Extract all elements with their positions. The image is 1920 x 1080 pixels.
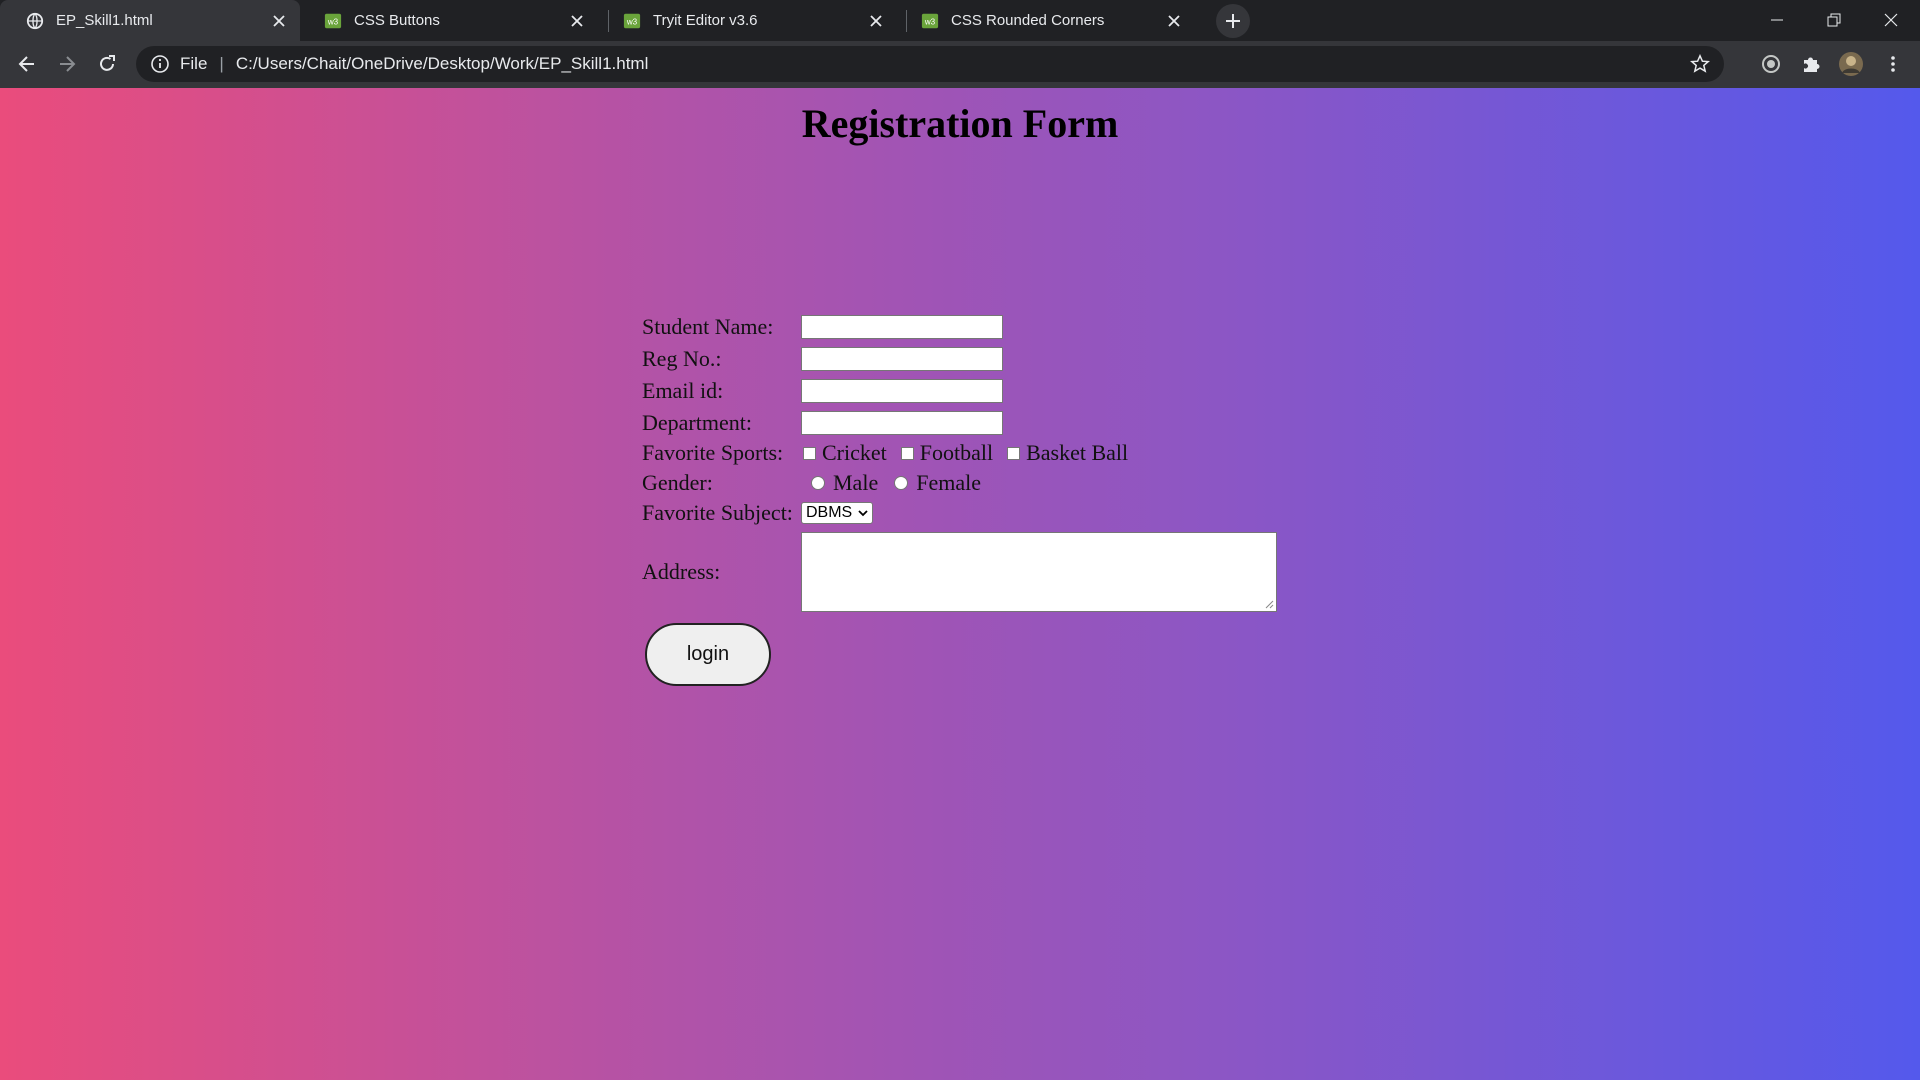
female-label: Female — [916, 470, 981, 495]
tab-css-rounded-corners[interactable]: w3 CSS Rounded Corners — [895, 0, 1195, 41]
basketball-checkbox[interactable] — [1007, 446, 1021, 460]
sports-row: Favorite Sports: Cricket Football Basket… — [642, 440, 1134, 466]
tab-ep-skill1[interactable]: EP_Skill1.html — [0, 0, 300, 41]
scheme-label: File — [180, 54, 208, 73]
close-tab-icon[interactable] — [566, 10, 588, 32]
minimize-icon — [1771, 19, 1783, 21]
football-checkbox[interactable] — [900, 446, 914, 460]
url-text[interactable]: C:/Users/Chait/OneDrive/Desktop/Work/EP_… — [236, 54, 649, 74]
reg-no-row: Reg No.: — [642, 346, 1003, 372]
w3schools-icon: w3 — [921, 13, 939, 28]
arrow-right-icon — [60, 56, 76, 72]
tab-bar: EP_Skill1.html w3 CSS Buttons w3 Tryit E… — [0, 0, 1920, 41]
page-content: Registration Form Student Name: Reg No.:… — [0, 88, 1920, 1080]
address-label: Address: — [642, 559, 721, 584]
close-tab-icon[interactable] — [268, 10, 290, 32]
football-label: Football — [919, 440, 994, 465]
email-input[interactable] — [801, 379, 1003, 403]
close-icon — [1884, 13, 1898, 27]
avatar — [1839, 52, 1863, 76]
tab-tryit-editor[interactable]: w3 Tryit Editor v3.6 — [597, 0, 897, 41]
minimize-button[interactable] — [1749, 0, 1805, 40]
cricket-label: Cricket — [822, 440, 887, 465]
svg-text:w3: w3 — [327, 17, 339, 26]
kebab-menu-icon — [1891, 56, 1895, 72]
department-row: Department: — [642, 410, 1003, 436]
address-textarea[interactable] — [801, 532, 1277, 612]
extension-circle-icon — [1762, 55, 1780, 73]
new-tab-button[interactable] — [1216, 4, 1250, 38]
address-bar[interactable]: File | C:/Users/Chait/OneDrive/Desktop/W… — [136, 46, 1724, 82]
tab-title: CSS Rounded Corners — [951, 12, 1105, 29]
login-button[interactable]: login — [645, 623, 771, 686]
student-name-label: Student Name: — [642, 314, 774, 339]
tab-title: CSS Buttons — [354, 12, 440, 29]
extensions-menu-button[interactable] — [1794, 47, 1828, 81]
star-icon[interactable] — [1690, 54, 1710, 74]
gender-row: Gender: Male Female — [642, 470, 987, 496]
arrow-left-icon — [18, 56, 34, 72]
reg-no-input[interactable] — [801, 347, 1003, 371]
reg-no-label: Reg No.: — [642, 346, 722, 371]
subject-label: Favorite Subject: — [642, 500, 793, 525]
email-row: Email id: — [642, 378, 1003, 404]
department-label: Department: — [642, 410, 752, 435]
extension-button[interactable] — [1754, 47, 1788, 81]
profile-button[interactable] — [1834, 47, 1868, 81]
chevron-down-icon — [858, 510, 868, 517]
browser-menu-button[interactable] — [1876, 47, 1910, 81]
w3schools-icon: w3 — [324, 13, 342, 28]
tab-title: Tryit Editor v3.6 — [653, 12, 758, 29]
department-input[interactable] — [801, 411, 1003, 435]
subject-selected-value: DBMS — [806, 504, 853, 521]
plus-icon — [1226, 14, 1240, 28]
address-row: Address: — [642, 532, 1277, 612]
reload-button[interactable] — [90, 47, 124, 81]
student-name-row: Student Name: — [642, 314, 1003, 340]
reload-icon — [100, 55, 115, 71]
male-label: Male — [833, 470, 879, 495]
sports-label: Favorite Sports: — [642, 440, 784, 465]
cricket-checkbox[interactable] — [803, 446, 816, 460]
basketball-label: Basket Ball — [1026, 440, 1129, 465]
subject-row: Favorite Subject: DBMS — [642, 500, 874, 526]
svg-text:w3: w3 — [626, 17, 638, 26]
globe-icon — [26, 12, 44, 29]
back-button[interactable] — [10, 47, 44, 81]
restore-button[interactable] — [1806, 0, 1862, 40]
gender-label: Gender: — [642, 470, 713, 495]
puzzle-icon — [1804, 57, 1820, 72]
male-radio[interactable] — [811, 476, 825, 490]
svg-text:w3: w3 — [924, 17, 936, 26]
close-tab-icon[interactable] — [1163, 10, 1185, 32]
address-separator: | — [219, 54, 224, 73]
restore-icon — [1827, 13, 1841, 27]
email-label: Email id: — [642, 378, 724, 403]
tab-css-buttons[interactable]: w3 CSS Buttons — [298, 0, 598, 41]
close-tab-icon[interactable] — [865, 10, 887, 32]
resize-grip-icon[interactable] — [1264, 599, 1274, 609]
page-title: Registration Form — [801, 101, 1119, 146]
browser-toolbar: File | C:/Users/Chait/OneDrive/Desktop/W… — [0, 41, 1920, 88]
student-name-input[interactable] — [801, 315, 1003, 339]
tab-title: EP_Skill1.html — [56, 12, 153, 29]
subject-select[interactable]: DBMS — [801, 502, 874, 524]
info-icon[interactable] — [150, 54, 170, 74]
close-window-button[interactable] — [1863, 0, 1919, 40]
forward-button[interactable] — [50, 47, 84, 81]
female-radio[interactable] — [894, 476, 909, 490]
w3schools-icon: w3 — [623, 13, 641, 28]
